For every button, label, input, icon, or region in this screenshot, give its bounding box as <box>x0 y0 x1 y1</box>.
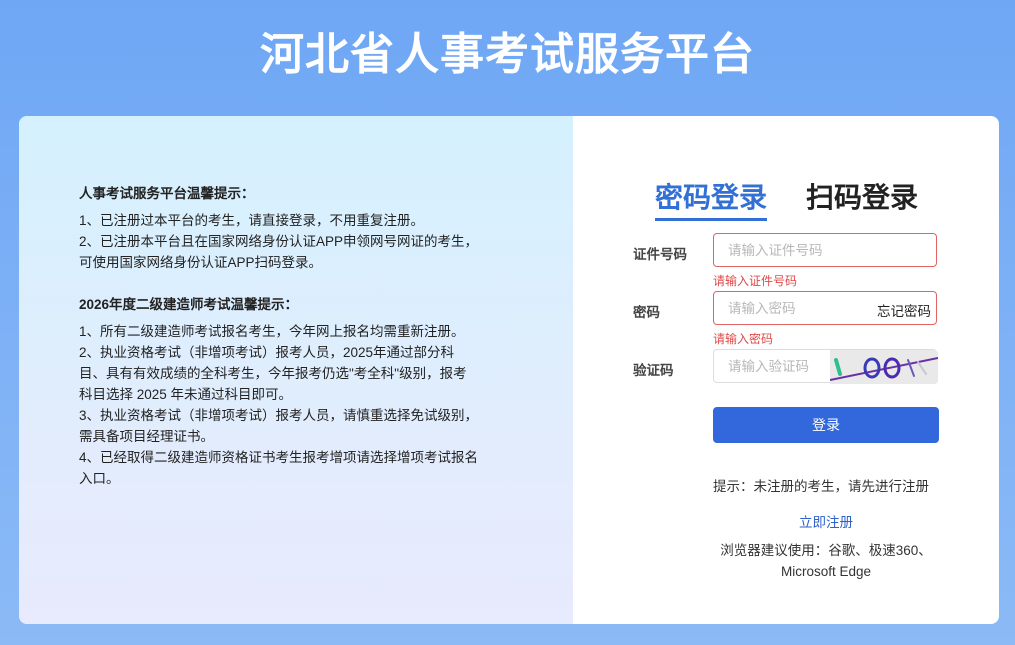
forgot-password-link[interactable]: 忘记密码 <box>877 300 931 320</box>
exam-notice: 2026年度二级建造师考试温馨提示： 1、所有二级建造师考试报名考生，今年网上报… <box>79 294 479 489</box>
login-button[interactable]: 登录 <box>713 407 939 443</box>
id-number-label: 证件号码 <box>633 247 687 262</box>
password-label: 密码 <box>633 305 660 320</box>
captcha-label: 验证码 <box>633 363 674 378</box>
exam-notice-item: 4、已经取得二级建造师资格证书考生报考增项请选择增项考试报名入口。 <box>79 450 479 486</box>
login-panel: 密码登录 扫码登录 证件号码 请输入证件号码 密码 忘记密码 请输入密码 验证码 <box>573 116 999 624</box>
main-card: 人事考试服务平台温馨提示： 1、已注册过本平台的考生，请直接登录，不用重复注册。… <box>19 116 999 624</box>
browser-line-1: 浏览器建议使用：谷歌、极速360、 <box>720 543 932 558</box>
browser-recommendation: 浏览器建议使用：谷歌、极速360、 Microsoft Edge <box>573 540 999 582</box>
id-number-field <box>713 233 937 267</box>
tab-password-login[interactable]: 密码登录 <box>655 176 768 221</box>
page-title: 河北省人事考试服务平台 <box>260 29 755 80</box>
exam-notice-item: 2、执业资格考试（非增项考试）报考人员，2025年通过部分科目、具有有效成绩的全… <box>79 345 467 402</box>
id-number-error: 请输入证件号码 <box>713 274 798 288</box>
exam-notice-heading: 2026年度二级建造师考试温馨提示： <box>79 297 299 312</box>
tab-qr-login[interactable]: 扫码登录 <box>806 176 918 216</box>
register-link[interactable]: 立即注册 <box>573 511 999 531</box>
password-error: 请输入密码 <box>713 332 774 346</box>
platform-notice-heading: 人事考试服务平台温馨提示： <box>79 186 255 201</box>
exam-notice-item: 1、所有二级建造师考试报名考生，今年网上报名均需重新注册。 <box>79 324 465 339</box>
notice-panel: 人事考试服务平台温馨提示： 1、已注册过本平台的考生，请直接登录，不用重复注册。… <box>19 116 573 624</box>
platform-notice-item: 2、已注册本平台且在国家网络身份认证APP申领网号网证的考生，可使用国家网络身份… <box>79 234 479 270</box>
password-field: 忘记密码 <box>713 291 937 325</box>
captcha-field <box>713 349 938 384</box>
platform-notice: 人事考试服务平台温馨提示： 1、已注册过本平台的考生，请直接登录，不用重复注册。… <box>79 183 479 273</box>
id-number-input[interactable] <box>714 234 878 266</box>
exam-notice-item: 3、执业资格考试（非增项考试）报考人员，请慎重选择免试级别，需具备项目经理证书。 <box>79 408 479 444</box>
password-input[interactable] <box>714 292 878 324</box>
platform-notice-item: 1、已注册过本平台的考生，请直接登录，不用重复注册。 <box>79 213 425 228</box>
register-hint: 提示：未注册的考生，请先进行注册 <box>713 479 929 494</box>
captcha-graphic <box>830 350 938 384</box>
captcha-image[interactable] <box>830 350 938 384</box>
browser-line-2: Microsoft Edge <box>780 564 872 579</box>
